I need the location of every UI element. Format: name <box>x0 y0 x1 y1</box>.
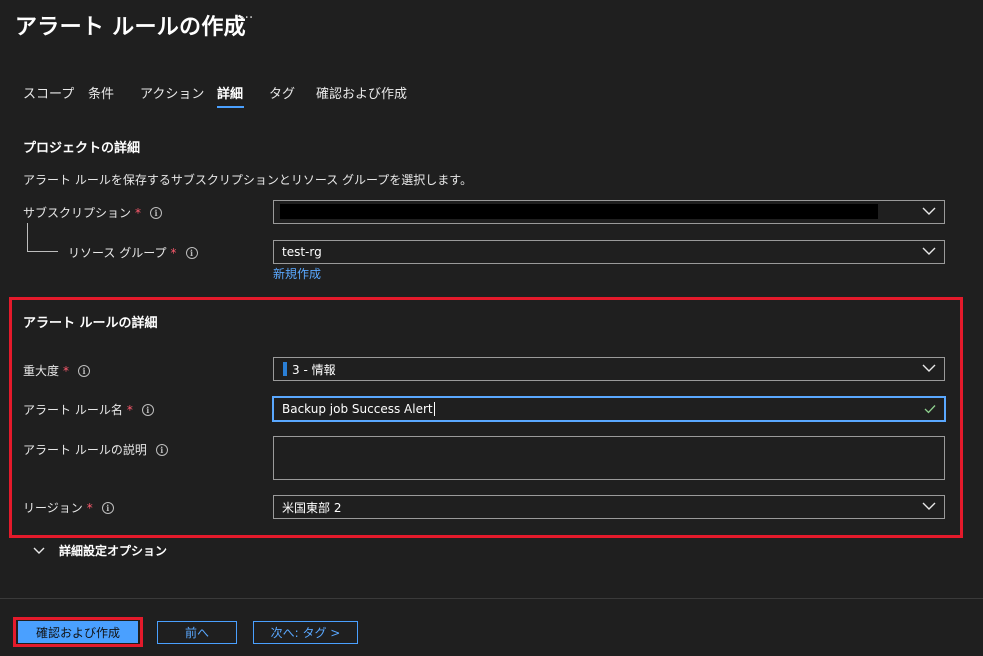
rule-name-label: アラート ルール名 * i <box>23 401 154 418</box>
info-icon[interactable]: i <box>185 246 198 259</box>
info-icon[interactable]: i <box>101 501 114 514</box>
tab-review-create[interactable]: 確認および作成 <box>316 83 407 102</box>
tab-tags[interactable]: タグ <box>269 83 295 102</box>
text-cursor <box>433 402 435 416</box>
tab-actions[interactable]: アクション <box>140 83 204 102</box>
chevron-down-icon <box>922 247 936 255</box>
tree-connector <box>27 223 28 251</box>
info-icon[interactable]: i <box>150 206 163 219</box>
advanced-options-label: 詳細設定オプション <box>59 544 168 558</box>
tree-connector <box>27 251 58 252</box>
next-tags-button[interactable]: 次へ: タグ > <box>253 621 358 644</box>
info-icon[interactable]: i <box>141 403 154 416</box>
page-title: アラート ルールの作成 <box>15 15 246 40</box>
advanced-options-toggle[interactable]: 詳細設定オプション <box>33 542 167 559</box>
resource-group-dropdown[interactable]: test-rg <box>273 240 945 264</box>
project-details-heading: プロジェクトの詳細 <box>23 141 141 156</box>
chevron-down-icon <box>922 364 936 372</box>
region-dropdown[interactable]: 米国東部 2 <box>273 495 945 519</box>
severity-label: 重大度 * i <box>23 362 91 379</box>
chevron-down-icon <box>922 207 936 215</box>
create-new-resource-group-link[interactable]: 新規作成 <box>273 265 321 282</box>
checkmark-icon <box>924 405 936 414</box>
chevron-down-icon <box>922 502 936 510</box>
rule-description-label: アラート ルールの説明 i <box>23 441 168 458</box>
subscription-label: サブスクリプション * i <box>23 204 163 221</box>
severity-dropdown[interactable]: 3 - 情報 <box>273 357 945 381</box>
more-icon[interactable]: ··· <box>240 10 253 26</box>
resource-group-label: リソース グループ * i <box>68 244 198 261</box>
redacted-subscription-value <box>280 204 878 219</box>
subscription-dropdown[interactable] <box>273 200 945 224</box>
rule-description-textarea[interactable] <box>273 436 945 480</box>
previous-button[interactable]: 前へ <box>157 621 237 644</box>
tab-scope[interactable]: スコープ <box>23 83 74 102</box>
alert-rule-details-heading: アラート ルールの詳細 <box>23 316 158 331</box>
info-icon[interactable]: i <box>155 443 168 456</box>
rule-name-input[interactable]: Backup job Success Alert <box>273 397 945 421</box>
info-icon[interactable]: i <box>78 364 91 377</box>
chevron-down-icon <box>33 547 45 554</box>
footer-divider <box>0 598 983 599</box>
review-create-button[interactable]: 確認および作成 <box>18 621 138 643</box>
project-details-description: アラート ルールを保存するサブスクリプションとリソース グループを選択します。 <box>23 173 473 187</box>
tab-details[interactable]: 詳細 <box>217 83 243 102</box>
active-tab-indicator <box>217 106 244 108</box>
region-label: リージョン * i <box>23 499 114 516</box>
severity-indicator <box>283 362 287 376</box>
tab-condition[interactable]: 条件 <box>88 83 114 102</box>
